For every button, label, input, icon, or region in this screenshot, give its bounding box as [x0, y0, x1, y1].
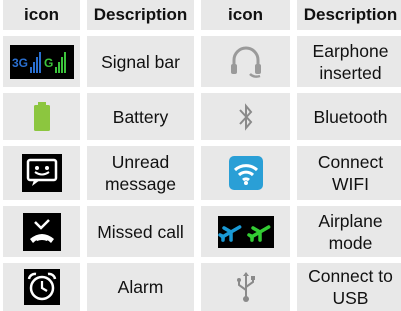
usb-icon: [236, 272, 255, 302]
svg-text:3G: 3G: [12, 56, 28, 70]
wifi-description: Connect WIFI: [297, 146, 401, 200]
svg-text:G: G: [44, 56, 53, 70]
wifi-icon-cell: [201, 146, 290, 200]
alarm-description: Alarm: [87, 263, 194, 311]
airplane-icon-cell: [201, 206, 290, 257]
usb-icon-cell: [201, 263, 290, 311]
battery-description: Battery: [87, 93, 194, 140]
alarm-icon-cell: [3, 263, 80, 311]
wifi-icon: [228, 156, 263, 190]
header-description-left: Description: [87, 0, 194, 30]
signal-bar-description: Signal bar: [87, 36, 194, 87]
icon-table: icon Description icon Description 3G G S…: [0, 0, 401, 311]
header-description-right: Description: [297, 0, 401, 30]
alarm-icon: [23, 269, 60, 305]
signal-bar-icon-cell: 3G G: [3, 36, 80, 87]
usb-description: Connect to USB: [297, 263, 401, 311]
battery-icon-cell: [3, 93, 80, 140]
earphone-icon: [230, 46, 261, 78]
missed-call-icon: [22, 212, 61, 251]
bluetooth-icon: [238, 102, 252, 131]
airplane-description: Airplane mode: [297, 206, 401, 257]
airplane-icon: [217, 215, 274, 248]
battery-icon: [33, 101, 50, 131]
unread-message-description: Unread message: [87, 146, 194, 200]
unread-message-icon-cell: [3, 146, 80, 200]
missed-call-description: Missed call: [87, 206, 194, 257]
unread-message-icon: [21, 154, 62, 192]
header-icon-left: icon: [3, 0, 80, 30]
earphone-description: Earphone inserted: [297, 36, 401, 87]
bluetooth-description: Bluetooth: [297, 93, 401, 140]
missed-call-icon-cell: [3, 206, 80, 257]
bluetooth-icon-cell: [201, 93, 290, 140]
signal-bar-icon: 3G G: [9, 44, 74, 79]
earphone-icon-cell: [201, 36, 290, 87]
header-icon-right: icon: [201, 0, 290, 30]
